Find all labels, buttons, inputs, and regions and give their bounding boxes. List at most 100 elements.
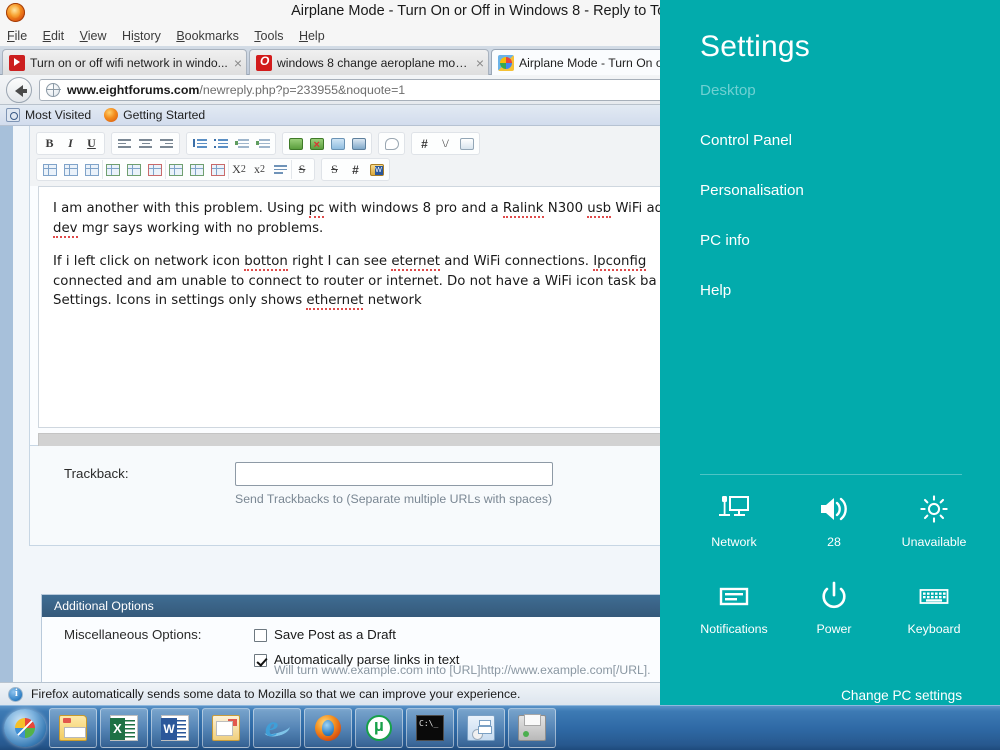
menu-item-file[interactable]: File [7, 26, 33, 46]
indent-icon[interactable] [252, 134, 273, 153]
justify-icon[interactable] [270, 160, 291, 179]
charm-tile-network[interactable]: Network [684, 492, 784, 549]
charm-link-control-panel[interactable]: Control Panel [700, 132, 960, 149]
insert-video-icon[interactable] [348, 134, 369, 153]
anchor-hash-icon[interactable]: # [345, 160, 366, 179]
taskbar-item-firefox[interactable] [304, 708, 352, 748]
bookmark-most-visited[interactable]: Most Visited [6, 108, 91, 122]
menu-item-tools[interactable]: Tools [254, 26, 289, 46]
checkbox-save-draft[interactable] [254, 629, 267, 642]
opera-favicon-icon [256, 54, 272, 71]
taskbar-item-excel[interactable] [100, 708, 148, 748]
keyboard-icon [918, 579, 950, 613]
remove-link-icon[interactable]: × [306, 134, 327, 153]
bookmark-getting-started[interactable]: Getting Started [104, 108, 205, 122]
charm-tile-keyboard[interactable]: Keyboard [884, 579, 984, 636]
charm-divider [700, 474, 962, 475]
toolbar-group-text-style: B I U [36, 132, 105, 155]
command-prompt-icon [416, 715, 444, 741]
italic-icon[interactable]: I [60, 134, 81, 153]
taskbar-item-control-panel[interactable] [457, 708, 505, 748]
toolbar-group-table: X2 x2 S [36, 158, 315, 181]
volume-icon [818, 492, 850, 526]
back-arrow-icon[interactable] [6, 76, 32, 103]
word-icon [161, 715, 189, 741]
strikethrough-icon[interactable]: S [291, 160, 312, 179]
delete-row-icon[interactable] [144, 160, 165, 179]
taskbar-item-command-prompt[interactable] [406, 708, 454, 748]
network-icon [718, 492, 750, 526]
insert-link-icon[interactable] [285, 134, 306, 153]
table-cell-icon[interactable] [81, 160, 102, 179]
globe-icon [46, 82, 61, 97]
taskbar-item-utorrent[interactable] [355, 708, 403, 748]
underline-icon[interactable]: U [81, 134, 102, 153]
url-domain: www.eightforums.com [67, 82, 200, 97]
taskbar-item-printer[interactable] [508, 708, 556, 748]
charm-tile-notifications[interactable]: Notifications [684, 579, 784, 636]
quote-bubble-icon[interactable] [381, 134, 402, 153]
trackback-input[interactable] [235, 462, 553, 486]
menu-item-view[interactable]: View [80, 26, 113, 46]
charm-link-pc-info[interactable]: PC info [700, 232, 960, 249]
tab-label: windows 8 change aeroplane mode ... [277, 55, 470, 70]
browser-tab-2[interactable]: windows 8 change aeroplane mode ... × [249, 49, 489, 75]
menu-item-history[interactable]: History [122, 26, 167, 46]
code-hash-icon[interactable]: # [414, 134, 435, 153]
insert-row-after-icon[interactable] [123, 160, 144, 179]
charm-link-help[interactable]: Help [700, 282, 960, 299]
table-properties-icon[interactable] [60, 160, 81, 179]
ordered-list-icon[interactable] [189, 134, 210, 153]
charm-link-desktop[interactable]: Desktop [700, 82, 960, 99]
option-save-post-as-draft[interactable]: Save Post as a Draft [254, 627, 651, 642]
notifications-icon [718, 579, 750, 613]
checkbox-auto-parse-links[interactable] [254, 654, 267, 667]
php-code-icon[interactable]: \/ [435, 134, 456, 153]
charm-link-personalisation[interactable]: Personalisation [700, 182, 960, 199]
subscript-icon[interactable]: X2 [228, 160, 249, 179]
settings-charm-panel: Settings Desktop Control Panel Personali… [660, 0, 1000, 705]
bookmark-label: Getting Started [123, 108, 206, 122]
unordered-list-icon[interactable] [210, 134, 231, 153]
align-center-icon[interactable] [135, 134, 156, 153]
tab-close-icon[interactable]: × [476, 56, 484, 70]
firefox-getting-started-icon [104, 108, 119, 122]
eightforums-favicon-icon [498, 54, 514, 71]
browser-tab-1[interactable]: Turn on or off wifi network in windo... … [2, 49, 247, 75]
outdent-icon[interactable] [231, 134, 252, 153]
insert-table-icon[interactable] [39, 160, 60, 179]
insert-image-icon[interactable] [327, 134, 348, 153]
charm-tile-brightness[interactable]: Unavailable [884, 492, 984, 549]
superscript-icon[interactable]: x2 [249, 160, 270, 179]
delete-column-icon[interactable] [207, 160, 228, 179]
charm-tile-volume[interactable]: 28 [784, 492, 884, 549]
charm-tile-power[interactable]: Power [784, 579, 884, 636]
align-left-icon[interactable] [114, 134, 135, 153]
charm-title: Settings [700, 30, 810, 63]
miscellaneous-options-label: Miscellaneous Options: [64, 627, 202, 642]
align-right-icon[interactable] [156, 134, 177, 153]
control-panel-icon [467, 715, 495, 741]
menu-item-help[interactable]: Help [299, 26, 331, 46]
taskbar-item-word[interactable] [151, 708, 199, 748]
firefox-icon [315, 715, 341, 741]
paste-from-word-icon[interactable]: W [366, 160, 387, 179]
option-sublabel: Will turn www.example.com into [URL]http… [274, 663, 651, 677]
tile-label: Power [816, 622, 852, 636]
insert-column-before-icon[interactable] [165, 160, 186, 179]
toolbar-group-quote [378, 132, 405, 155]
windows-start-orb-icon[interactable] [4, 709, 46, 747]
menu-item-bookmarks[interactable]: Bookmarks [176, 26, 245, 46]
insert-column-after-icon[interactable] [186, 160, 207, 179]
menu-item-edit[interactable]: Edit [43, 26, 71, 46]
notification-text: Firefox automatically sends some data to… [31, 687, 521, 701]
change-pc-settings-link[interactable]: Change PC settings [841, 688, 962, 703]
remove-formatting-icon[interactable]: S [324, 160, 345, 179]
taskbar-item-internet-explorer[interactable] [253, 708, 301, 748]
insert-row-before-icon[interactable] [102, 160, 123, 179]
taskbar-item-mail[interactable] [202, 708, 250, 748]
bold-icon[interactable]: B [39, 134, 60, 153]
tab-close-icon[interactable]: × [234, 56, 242, 70]
taskbar-item-file-explorer[interactable] [49, 708, 97, 748]
html-code-icon[interactable] [456, 134, 477, 153]
